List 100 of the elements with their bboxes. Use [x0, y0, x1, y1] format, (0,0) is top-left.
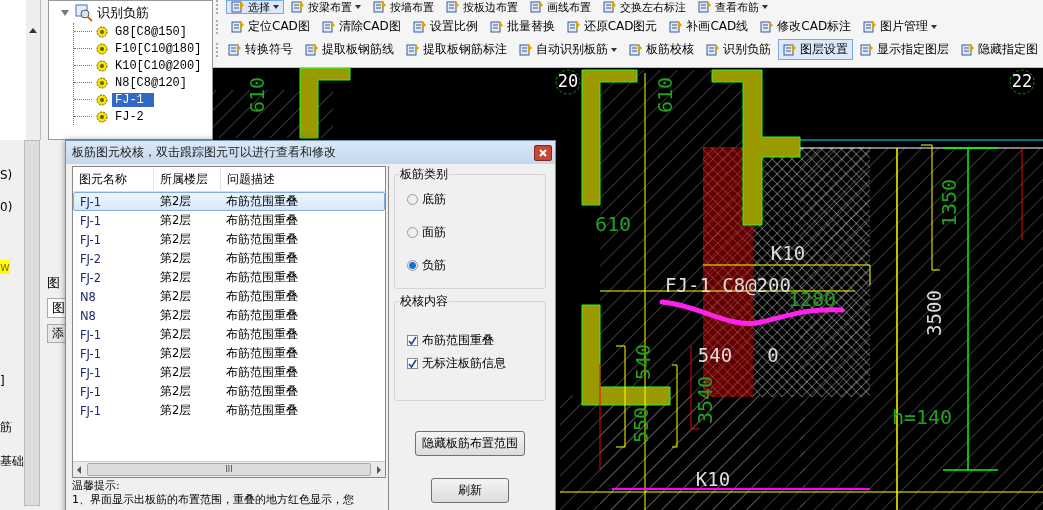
checkbox-option[interactable]: 布筋范围重叠: [407, 332, 533, 349]
drawing-label: K10: [695, 467, 731, 490]
toolbar-button[interactable]: 图片管理: [858, 16, 943, 37]
document-icon: [698, 0, 712, 14]
toolbar-button[interactable]: 板筋校核: [624, 39, 699, 60]
checkmark-icon: [408, 336, 417, 345]
toolbar-button[interactable]: 查看布筋: [693, 0, 773, 14]
toolbar-button[interactable]: 画线布置: [525, 0, 596, 14]
caret-icon: [273, 5, 279, 9]
tree-item[interactable]: N8[C8@120]: [112, 75, 190, 90]
drawing-label: 0: [767, 343, 779, 366]
document-icon: [629, 42, 643, 57]
toolbar-button[interactable]: 补画CAD线: [664, 16, 754, 37]
document-icon: [446, 0, 460, 14]
toolbar-button[interactable]: 交换左右标注: [598, 0, 691, 14]
document-icon: [231, 19, 245, 34]
toolbar-button[interactable]: 批量替换: [484, 16, 560, 37]
radio-option[interactable]: 负筋: [407, 257, 533, 274]
scrollbar[interactable]: [24, 140, 40, 506]
caret-icon: [611, 47, 617, 52]
document-icon: [603, 0, 617, 14]
drawing-label: 540: [630, 343, 655, 381]
checkbox-option[interactable]: 无标注板筋信息: [407, 355, 533, 372]
toolbar-button[interactable]: 设置比例: [407, 16, 483, 37]
document-icon: [760, 19, 775, 34]
document-icon: [305, 42, 319, 57]
document-icon: [406, 42, 420, 57]
close-icon: [539, 148, 547, 157]
radio-option[interactable]: 面筋: [407, 224, 533, 241]
gear-icon: [96, 93, 108, 106]
toolbar-button[interactable]: 还原CAD图元: [561, 16, 663, 37]
toolbar-button[interactable]: 定位CAD图: [226, 16, 315, 37]
document-icon: [530, 0, 544, 14]
document-icon: [321, 19, 336, 34]
dialog-button[interactable]: 隐藏板筋布置范围: [415, 431, 525, 456]
caret-icon: [762, 5, 768, 9]
toolbar-button[interactable]: 自动识别板筋: [514, 39, 622, 60]
column-header[interactable]: 所属楼层: [154, 168, 221, 190]
tip-heading: 温馨提示:: [72, 479, 120, 493]
toolbar-button[interactable]: 隐藏指定图: [956, 39, 1043, 60]
drawing-label: 22: [1011, 71, 1033, 91]
toolbar-button[interactable]: 显示指定图层: [855, 39, 954, 60]
radio-option[interactable]: 底筋: [407, 191, 533, 208]
dialog-button[interactable]: 刷新: [431, 478, 509, 503]
document-icon: [231, 0, 245, 14]
document-icon: [412, 19, 427, 34]
document-icon: [783, 42, 797, 57]
group-title: 校核内容: [399, 293, 449, 310]
drawing-label: 1350: [936, 178, 961, 228]
document-icon: [519, 42, 533, 57]
close-button[interactable]: [534, 144, 552, 161]
document-icon: [863, 19, 878, 34]
collapse-triangle-icon[interactable]: [61, 10, 69, 16]
drawing-label: 3500: [922, 290, 945, 336]
toolbar-button[interactable]: 识别负筋: [701, 39, 776, 60]
gear-icon: [96, 110, 108, 123]
tree-item[interactable]: FJ-1: [112, 92, 154, 107]
caret-icon: [355, 5, 361, 9]
toolbar-button[interactable]: 提取板钢筋标注: [401, 39, 512, 60]
toolbar-button[interactable]: 转换符号: [223, 39, 298, 60]
toolbar-button[interactable]: 按梁布置: [286, 0, 366, 14]
cut-off-text: ]: [0, 374, 6, 388]
magnifier-icon: [75, 4, 93, 22]
scrollbar[interactable]: [26, 0, 40, 140]
cut-off-text: 基础: [0, 454, 24, 468]
toolbar-button[interactable]: 图层设置: [778, 39, 853, 60]
gear-icon: [96, 42, 108, 55]
horizontal-scrollbar[interactable]: III: [73, 461, 385, 477]
document-icon: [291, 0, 305, 14]
cut-off-text: w: [0, 260, 10, 274]
up-arrow-icon[interactable]: [29, 28, 37, 33]
gear-icon: [96, 59, 108, 72]
document-icon: [961, 42, 975, 57]
drawing-label: 610: [652, 76, 677, 114]
cut-off-text: S): [0, 168, 14, 182]
tree-item[interactable]: F10[C10@180]: [112, 41, 205, 56]
toolbar-button[interactable]: 按板边布置: [441, 0, 523, 14]
drawing-label: 3540: [692, 375, 717, 425]
document-icon: [669, 19, 684, 34]
column-header[interactable]: 图元名称: [73, 168, 154, 190]
toolbar-button[interactable]: 提取板钢筋线: [300, 39, 399, 60]
drawing-label: 540: [697, 343, 733, 366]
document-icon: [373, 0, 387, 14]
caret-icon: [931, 24, 938, 29]
tree-item[interactable]: G8[C8@150]: [112, 24, 190, 39]
tree-item[interactable]: 识别负筋: [95, 4, 152, 22]
document-icon: [566, 19, 581, 34]
document-icon: [228, 42, 242, 57]
drawing-label: 550: [628, 406, 653, 444]
list-row[interactable]: FJ-1 第2层 布筋范围重叠: [73, 192, 385, 211]
drawing-label: 610: [594, 211, 632, 236]
toolbar-button[interactable]: 按墙布置: [368, 0, 439, 14]
column-header[interactable]: 问题描述: [221, 168, 367, 190]
document-icon: [706, 42, 720, 57]
cut-off-text: 筋: [0, 420, 13, 434]
toolbar-button[interactable]: 修改CAD标注: [755, 16, 857, 37]
toolbar-button[interactable]: 选择: [226, 0, 284, 14]
tree-item[interactable]: K10[C10@200]: [112, 58, 205, 73]
toolbar-button[interactable]: 清除CAD图: [316, 16, 406, 37]
tree-item[interactable]: FJ-2: [112, 109, 147, 124]
